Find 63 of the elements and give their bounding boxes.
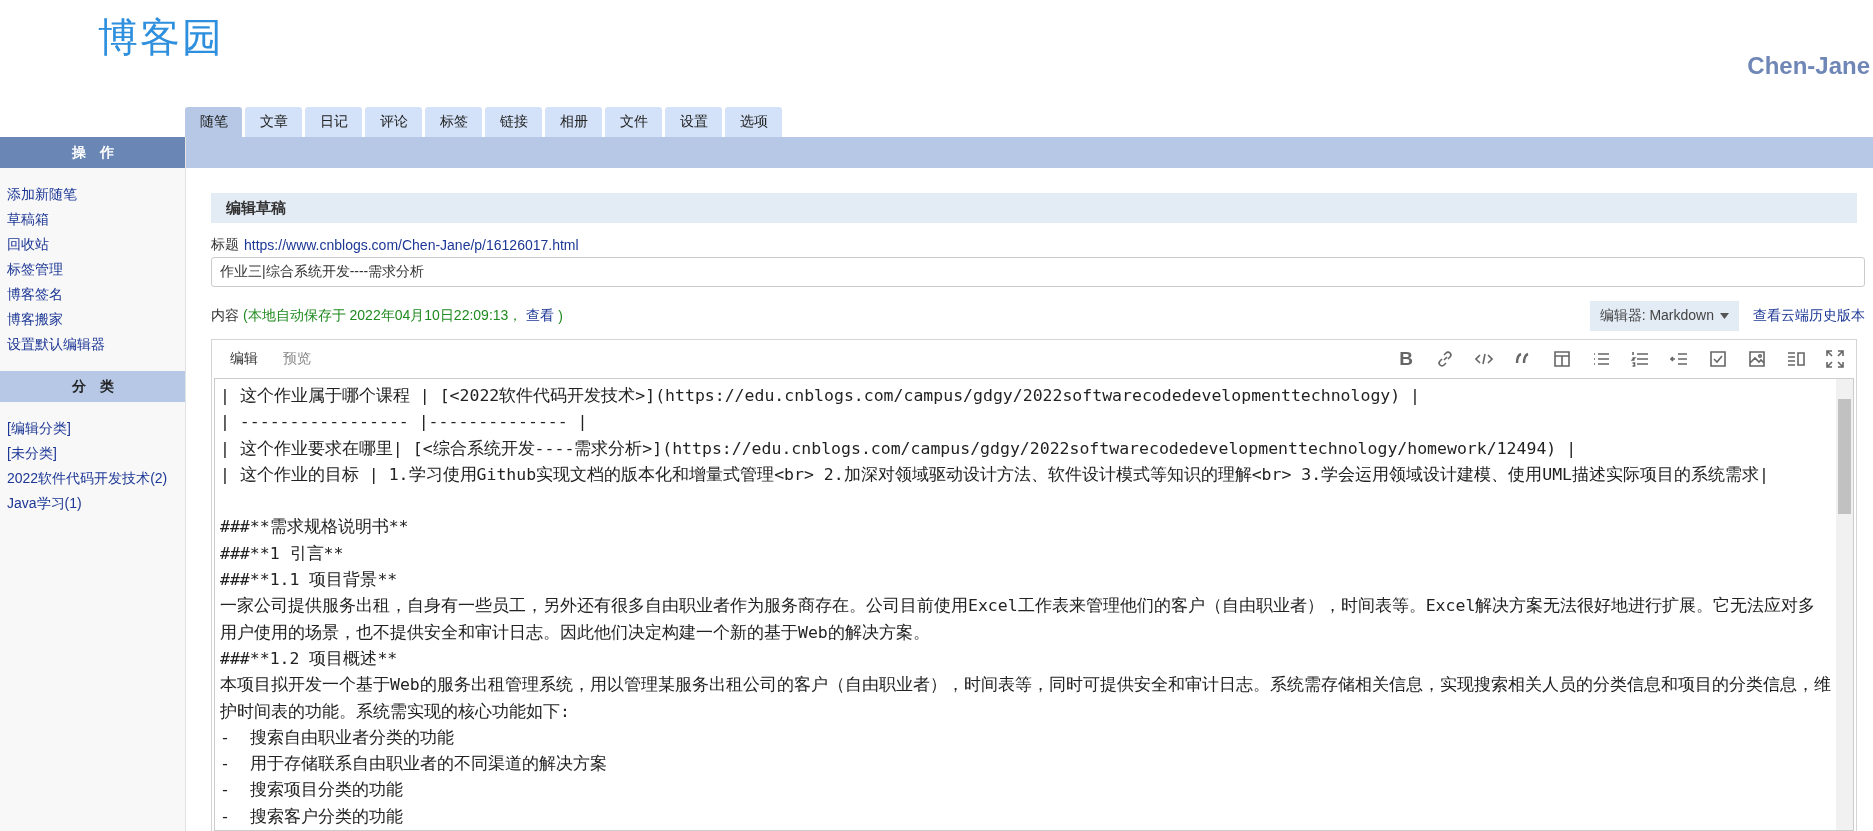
caret-icon (1720, 313, 1729, 319)
numbered-list-icon[interactable] (1631, 350, 1649, 368)
nav-tab[interactable]: 选项 (725, 107, 782, 137)
sidebar-link[interactable]: 博客签名 (7, 286, 63, 302)
markdown-line: 一家公司提供服务出租，自身有一些员工，另外还有很多自由职业者作为服务商存在。公司目前使用Excel工作表来管理他们的客户（自由职业者），时间表等。Excel解决方案无法很好地进行扩展。它无法应对多用户使用的场景，也不提供安全和审计日志。因此他们决定构建一个新的基于Web的解决方案。 (220, 595, 1817, 644)
scrollbar-thumb[interactable] (1838, 399, 1851, 514)
content-label: 内容 (211, 307, 239, 325)
post-url-link[interactable]: https://www.cnblogs.com/Chen-Jane/p/16126017.html (244, 237, 579, 253)
nav-tab[interactable]: 文章 (245, 107, 302, 137)
sidebar-link[interactable]: [编辑分类] (7, 420, 71, 436)
markdown-line: ###**1.2 项目概述** (220, 647, 399, 670)
markdown-line: - 搜索客户分类的功能 (220, 805, 404, 828)
markdown-line: | 这个作业的目标 | 1.学习使用Github实现文档的版本化和增量式管理<br> 2.加深对领域驱动设计方法、软件设计模式等知识的理解<br> 3.学会运用领域设计建模、使用UML描述实际项目的系统需求| (220, 463, 1770, 486)
bold-button[interactable]: B (1397, 348, 1415, 370)
markdown-line: ###**1.1 项目背景** (220, 569, 399, 592)
sidebar-link[interactable]: 2022软件代码开发技术(2) (7, 470, 168, 486)
editor-mode-tab[interactable]: 编辑 (224, 346, 264, 372)
editor-dropdown[interactable]: 编辑器: Markdown (1589, 301, 1739, 331)
markdown-line: | 这个作业要求在哪里| [<综合系统开发----需求分析>](https://edu.cnblogs.com/campus/gdgy/2022softwarecodedevelopmenttechnology/homework/12494) | (220, 437, 1578, 460)
table-icon[interactable] (1553, 350, 1571, 368)
markdown-line: | 这个作业属于哪个课程 | [<2022软件代码开发技术>](https://edu.cnblogs.com/campus/gdgy/2022softwarecodedevelopmenttechnology) | (220, 385, 1422, 407)
nav-tab[interactable]: 设置 (665, 107, 722, 137)
history-link[interactable]: 查看云端历史版本 (1753, 307, 1865, 325)
link-icon[interactable] (1436, 350, 1454, 368)
sidebar-link[interactable]: [未分类] (7, 445, 57, 461)
section-heading: 编辑草稿 (211, 193, 1857, 223)
autosave-close: ) (558, 308, 563, 324)
sidebar-link[interactable]: 设置默认编辑器 (7, 336, 105, 352)
nav-tab[interactable]: 文件 (605, 107, 662, 137)
view-link[interactable]: 查看 (526, 307, 555, 325)
markdown-line: ###**1 引言** (220, 542, 345, 565)
split-view-icon[interactable] (1787, 350, 1805, 368)
outdent-icon[interactable] (1670, 350, 1688, 368)
blog-owner-name: Chen-Jane (1747, 52, 1870, 80)
markdown-line: | ----------------- |-------------- | (220, 411, 589, 434)
sidebar-heading: 分 类 (0, 371, 185, 402)
image-icon[interactable] (1748, 350, 1766, 368)
markdown-line: - 搜索自由职业者分类的功能 (220, 726, 455, 749)
sidebar-heading: 操 作 (0, 137, 185, 168)
sidebar-link[interactable]: 草稿箱 (7, 211, 49, 227)
sidebar-link[interactable]: Java学习(1) (7, 495, 82, 511)
markdown-line: - 搜索项目分类的功能 (220, 779, 404, 802)
nav-tab[interactable]: 随笔 (185, 107, 242, 137)
nav-tab[interactable]: 标签 (425, 107, 482, 137)
checkbox-icon[interactable] (1709, 350, 1727, 368)
title-field[interactable]: 作业三|综合系统开发----需求分析 (211, 257, 1865, 287)
scrollbar[interactable] (1836, 379, 1853, 830)
nav-tab[interactable]: 链接 (485, 107, 542, 137)
fullscreen-icon[interactable] (1826, 350, 1844, 368)
nav-tab[interactable]: 日记 (305, 107, 362, 137)
bullet-list-icon[interactable] (1592, 350, 1610, 368)
editor-mode-tab[interactable]: 预览 (277, 346, 317, 372)
sidebar-link[interactable]: 博客搬家 (7, 311, 63, 327)
sidebar-link[interactable]: 回收站 (7, 236, 49, 252)
sidebar-link[interactable]: 标签管理 (7, 261, 63, 277)
markdown-line: 本项目拟开发一个基于Web的服务出租管理系统，用以管理某服务出租公司的客户（自由职业者），时间表等，同时可提供安全和审计日志。系统需存储相关信息，实现搜索相关人员的分类信息和项目的分类信息，维护时间表的功能。系统需实现的核心功能如下: (220, 674, 1832, 723)
autosave-note: (本地自动保存于 2022年04月10日22:09:13， (243, 307, 523, 325)
nav-tab[interactable]: 评论 (365, 107, 422, 137)
sidebar-link[interactable]: 添加新随笔 (7, 186, 77, 202)
markdown-line: ###**需求规格说明书** (220, 516, 410, 539)
markdown-line: - 用于存储联系自由职业者的不同渠道的解决方案 (220, 753, 608, 776)
nav-tab[interactable]: 相册 (545, 107, 602, 137)
title-label: 标题 (211, 236, 239, 254)
